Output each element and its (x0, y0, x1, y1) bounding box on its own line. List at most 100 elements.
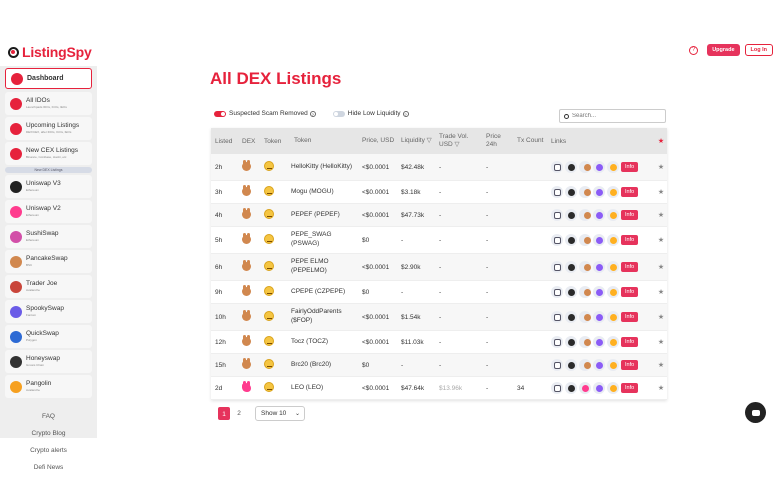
sidebar-item-new-cex-listings[interactable]: New CEX Listings Binance, Coinbase, Huobi… (5, 142, 92, 165)
sidebar-item-honeyswap[interactable]: Honeyswap Gnosis Chain (5, 350, 92, 373)
upgrade-button[interactable]: Upgrade (707, 44, 740, 56)
favorite-star-icon[interactable]: ★ (651, 361, 667, 369)
favorite-star-icon[interactable]: ★ (651, 263, 667, 271)
explorer-link-icon[interactable] (593, 209, 605, 221)
explorer-link-icon[interactable] (593, 336, 605, 348)
favorite-star-icon[interactable]: ★ (651, 288, 667, 296)
sidebar-item-pancakeswap[interactable]: PancakeSwap BSC (5, 250, 92, 273)
favorite-star-icon[interactable]: ★ (651, 236, 667, 244)
page-1-button[interactable]: 1 (218, 407, 230, 420)
liquidity-help-icon[interactable]: ? (402, 110, 409, 117)
token-name[interactable]: LEO (LEO) (287, 384, 358, 393)
scam-filter-toggle[interactable] (214, 110, 226, 117)
sidebar-item-all-idos[interactable]: All IDOs Launchpads IDOs, ICOs, IEOs (5, 92, 92, 115)
sidebar-item-uniswap-v3[interactable]: Uniswap V3 Ethereum (5, 175, 92, 198)
info-button[interactable]: Info (621, 235, 639, 245)
info-button[interactable]: Info (621, 383, 639, 393)
swap-link-icon[interactable] (607, 161, 619, 173)
favorite-star-icon[interactable]: ★ (651, 188, 667, 196)
chart-link-icon[interactable] (565, 261, 577, 273)
swap-link-icon[interactable] (607, 261, 619, 273)
swap-link-icon[interactable] (607, 336, 619, 348)
info-button[interactable]: Info (621, 187, 639, 197)
explorer-link-icon[interactable] (593, 261, 605, 273)
page-2-button[interactable]: 2 (233, 407, 245, 420)
col-listed[interactable]: Listed (211, 138, 238, 145)
chart-link-icon[interactable] (565, 234, 577, 246)
token-name[interactable]: FairlyOddParents ($FOP) (287, 308, 358, 326)
footer-link-crypto-alerts[interactable]: Crypto alerts (0, 445, 97, 462)
dex-link-icon[interactable] (579, 161, 591, 173)
dex-link-icon[interactable] (579, 286, 591, 298)
token-name[interactable]: PEPE ELMO (PEPELMO) (287, 258, 358, 276)
table-row[interactable]: 2h HelloKitty (HelloKitty) <$0.0001 $42.48k… (211, 154, 667, 181)
copy-contract-icon[interactable] (551, 186, 563, 198)
dex-link-icon[interactable] (579, 234, 591, 246)
table-row[interactable]: 15h Brc20 (Brc20) $0 - - - Info ★ (211, 354, 667, 377)
token-name[interactable]: HelloKitty (HelloKitty) (287, 163, 358, 172)
chart-link-icon[interactable] (565, 359, 577, 371)
copy-contract-icon[interactable] (551, 382, 563, 394)
footer-link-defi-news[interactable]: Defi News (0, 462, 97, 479)
explorer-link-icon[interactable] (593, 186, 605, 198)
favorite-star-icon[interactable]: ★ (651, 163, 667, 171)
dex-link-icon[interactable] (579, 311, 591, 323)
col-trade-volume[interactable]: Trade Vol. USD ▽ (435, 133, 482, 150)
liquidity-filter-toggle[interactable] (332, 110, 345, 117)
copy-contract-icon[interactable] (551, 359, 563, 371)
scam-help-icon[interactable]: ? (309, 110, 316, 117)
search-box[interactable] (559, 109, 666, 123)
chart-link-icon[interactable] (565, 311, 577, 323)
swap-link-icon[interactable] (607, 359, 619, 371)
chart-link-icon[interactable] (565, 209, 577, 221)
table-row[interactable]: 4h PEPEF (PEPEF) <$0.0001 $47.73k - - Info ★ (211, 204, 667, 227)
sidebar-item-trader-joe[interactable]: Trader Joe Avalanche (5, 275, 92, 298)
token-name[interactable]: CPEPE (CZPEPE) (287, 288, 358, 297)
table-row[interactable]: 12h Tocz (TOCZ) <$0.0001 $11.03k - - Info ★ (211, 331, 667, 354)
favorite-star-icon[interactable]: ★ (651, 384, 667, 392)
copy-contract-icon[interactable] (551, 161, 563, 173)
swap-link-icon[interactable] (607, 186, 619, 198)
sidebar-item-upcoming-listings[interactable]: Upcoming Listings DEX/CEX, after IDOs, IC… (5, 117, 92, 140)
footer-link-faq[interactable]: FAQ (0, 411, 97, 428)
table-row[interactable]: 5h PEPE_SWAG (PSWAG) $0 - - - Info ★ (211, 227, 667, 254)
sidebar-item-dashboard[interactable]: Dashboard (5, 68, 92, 89)
info-button[interactable]: Info (621, 262, 639, 272)
chart-link-icon[interactable] (565, 286, 577, 298)
copy-contract-icon[interactable] (551, 286, 563, 298)
info-button[interactable]: Info (621, 287, 639, 297)
explorer-link-icon[interactable] (593, 161, 605, 173)
copy-contract-icon[interactable] (551, 336, 563, 348)
favorite-star-icon[interactable]: ★ (651, 211, 667, 219)
token-name[interactable]: PEPE_SWAG (PSWAG) (287, 231, 358, 249)
dex-link-icon[interactable] (579, 359, 591, 371)
token-name[interactable]: PEPEF (PEPEF) (287, 211, 358, 220)
info-button[interactable]: Info (621, 210, 639, 220)
table-row[interactable]: 6h PEPE ELMO (PEPELMO) <$0.0001 $2.90k - - Inf… (211, 254, 667, 281)
sidebar-item-spookyswap[interactable]: SpookySwap Fantom (5, 300, 92, 323)
table-row[interactable]: 9h CPEPE (CZPEPE) $0 - - - Info ★ (211, 281, 667, 304)
explorer-link-icon[interactable] (593, 382, 605, 394)
page-size-select[interactable]: Show 10 ⌄ (255, 406, 305, 421)
swap-link-icon[interactable] (607, 311, 619, 323)
swap-link-icon[interactable] (607, 209, 619, 221)
dex-link-icon[interactable] (579, 209, 591, 221)
col-liquidity[interactable]: Liquidity ▽ (397, 137, 435, 145)
sidebar-item-uniswap-v2[interactable]: Uniswap V2 Ethereum (5, 200, 92, 223)
copy-contract-icon[interactable] (551, 209, 563, 221)
token-name[interactable]: Mogu (MOGU) (287, 188, 358, 197)
token-name[interactable]: Brc20 (Brc20) (287, 361, 358, 370)
col-price-24h[interactable]: Price 24h (482, 133, 513, 150)
info-button[interactable]: Info (621, 312, 639, 322)
logo[interactable]: ListingSpy (8, 44, 92, 60)
explorer-link-icon[interactable] (593, 286, 605, 298)
info-button[interactable]: Info (621, 162, 639, 172)
sidebar-item-sushiswap[interactable]: SushiSwap Ethereum (5, 225, 92, 248)
explorer-link-icon[interactable] (593, 234, 605, 246)
copy-contract-icon[interactable] (551, 261, 563, 273)
col-tx-count[interactable]: Tx Count (513, 137, 545, 145)
table-row[interactable]: 2d LEO (LEO) <$0.0001 $47.64k $13.96k - 34 Info… (211, 377, 667, 400)
footer-link-crypto-blog[interactable]: Crypto Blog (0, 428, 97, 445)
dex-link-icon[interactable] (579, 261, 591, 273)
login-button[interactable]: Log In (744, 44, 773, 56)
